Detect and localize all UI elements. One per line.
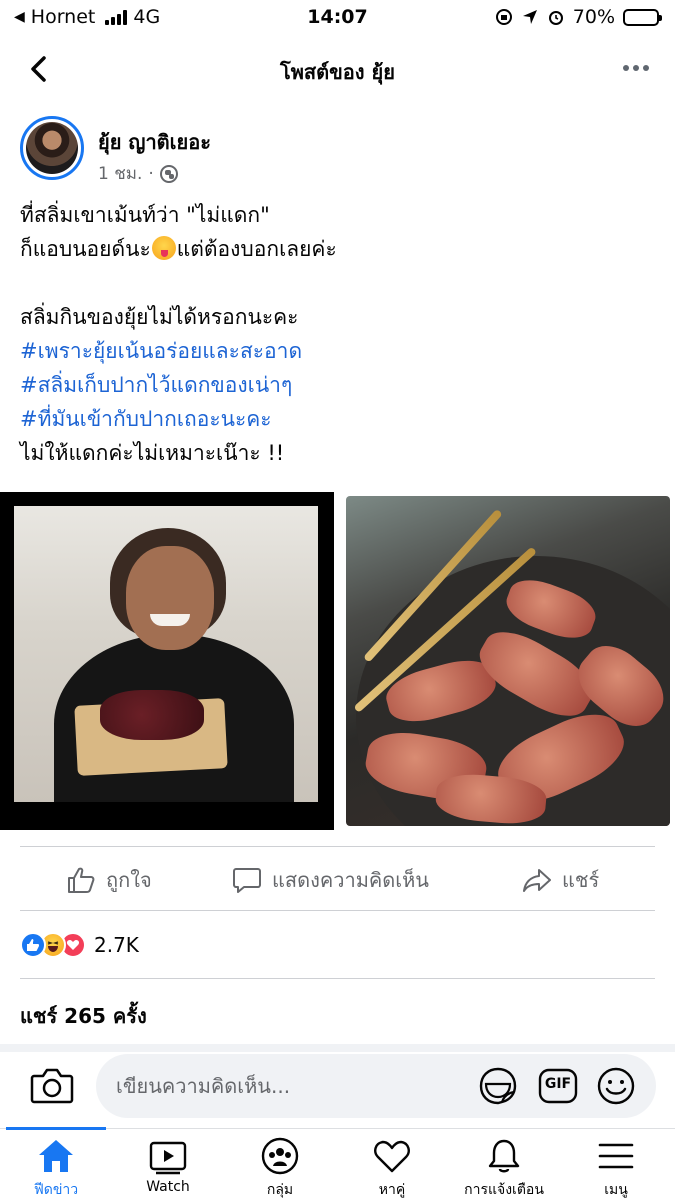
smiley-icon [597, 1067, 635, 1105]
avatar-image [26, 122, 78, 174]
page-title: โพสต์ของ ยุ้ย [280, 60, 395, 84]
tab-label: เมนู [604, 1182, 628, 1198]
author-name[interactable]: ยุ้ย ญาติเยอะ [98, 126, 211, 158]
gif-label: GIF [544, 1076, 572, 1092]
post-line: ก็แอบนอยด์นะ แต่ต้องบอกเลยค่ะ [20, 232, 660, 266]
tongue-emoji-icon [151, 236, 176, 260]
status-bar: ◀ Hornet 4G 14:07 70% [0, 0, 675, 36]
comment-button[interactable]: แสดงความคิดเห็น [232, 860, 429, 900]
divider [20, 910, 655, 911]
post-line-spacer [20, 266, 660, 300]
post-meta: 1 ชม. · [98, 160, 178, 187]
tab-label: ฟีดข่าว [33, 1182, 79, 1198]
share-count[interactable]: แชร์ 265 ครั้ง [20, 1000, 147, 1032]
photo-food-image [346, 496, 670, 826]
emoji-button[interactable] [596, 1066, 636, 1106]
alarm-icon [548, 11, 563, 25]
home-icon [39, 1140, 73, 1172]
tab-notifications[interactable]: การแจ้งเตือน [448, 1129, 560, 1200]
post-line: ไม่ให้แดกค่ะไม่เหมาะเน๊าะ !! [20, 441, 285, 465]
camera-button[interactable] [30, 1066, 74, 1106]
hashtag-link[interactable]: #สลิ่มเก็บปากไว้แดกของเน่าๆ [20, 368, 660, 402]
orientation-lock-icon [495, 9, 512, 25]
avatar[interactable] [20, 116, 84, 180]
photo-woman-image [14, 506, 318, 802]
tab-label: การแจ้งเตือน [464, 1182, 544, 1198]
tab-news-feed[interactable]: ฟีดข่าว [0, 1127, 112, 1200]
reaction-count: 2.7K [94, 933, 139, 957]
post-line: สลิ่มกินของยุ้ยไม่ได้หรอกนะคะ [20, 305, 299, 329]
camera-icon [30, 1068, 74, 1104]
watch-icon [149, 1141, 187, 1175]
more-horizontal-icon [623, 65, 629, 71]
meta-separator: · [148, 163, 154, 184]
more-options-button[interactable] [619, 54, 653, 82]
tab-label: หาคู่ [378, 1182, 406, 1198]
section-separator [0, 1044, 675, 1052]
hashtag-link[interactable]: #เพราะยุ้ยเน้นอร่อยและสะอาด [20, 334, 660, 368]
status-right: 70% [495, 6, 662, 28]
share-label: แชร์ [562, 868, 600, 892]
tab-watch[interactable]: Watch [112, 1129, 224, 1200]
bell-icon [488, 1139, 520, 1173]
photo-shape [100, 690, 204, 740]
location-icon [522, 10, 537, 24]
comment-label: แสดงความคิดเห็น [272, 868, 429, 892]
thumbs-up-icon [68, 867, 95, 893]
like-reaction-icon [20, 932, 46, 958]
post-line-part: ก็แอบนอยด์นะ [20, 237, 151, 261]
bottom-tab-bar: ฟีดข่าว Watch กลุ่ม หาคู่ การแจ้งเตือน เ… [0, 1127, 675, 1200]
top-nav: โพสต์ของ ยุ้ย [0, 40, 675, 98]
tab-label: กลุ่ม [266, 1182, 294, 1198]
more-dot [633, 65, 639, 71]
reactions-summary[interactable]: 2.7K [20, 930, 139, 960]
globe-icon [159, 164, 178, 183]
dating-heart-icon [374, 1140, 410, 1173]
photo-shape [126, 546, 214, 650]
share-button[interactable]: แชร์ [522, 860, 599, 900]
post-time[interactable]: 1 ชม. [98, 160, 142, 187]
sticker-button[interactable] [478, 1066, 518, 1106]
post-photo-food[interactable] [342, 492, 675, 830]
like-label: ถูกใจ [106, 868, 152, 892]
tab-groups[interactable]: กลุ่ม [224, 1129, 336, 1200]
tab-menu[interactable]: เมนู [560, 1129, 672, 1200]
share-arrow-icon [523, 869, 551, 892]
like-button[interactable]: ถูกใจ [66, 860, 152, 900]
post-photo-woman[interactable] [0, 492, 334, 830]
post-line-part: แต่ต้องบอกเลยค่ะ [176, 237, 337, 261]
battery-icon [623, 8, 662, 26]
more-dot [643, 65, 649, 71]
post-text: ที่สลิ่มเขาเม้นท์ว่า "ไม่แดก" ก็แอบนอยด์… [20, 198, 660, 470]
menu-icon [598, 1143, 634, 1169]
photo-shape [150, 614, 190, 626]
hashtag-link[interactable]: #ที่มันเข้ากับปากเถอะนะคะ [20, 402, 660, 436]
comment-bubble-icon [233, 868, 261, 893]
groups-icon [261, 1137, 299, 1175]
battery-percent: 70% [572, 6, 615, 28]
tab-label: Watch [146, 1179, 190, 1195]
sticker-icon [479, 1067, 517, 1105]
active-tab-indicator [6, 1127, 106, 1130]
post-line: ที่สลิ่มเขาเม้นท์ว่า "ไม่แดก" [20, 203, 270, 227]
divider [20, 846, 655, 847]
tab-dating[interactable]: หาคู่ [336, 1129, 448, 1200]
gif-button[interactable]: GIF [538, 1066, 578, 1106]
divider [20, 978, 655, 979]
